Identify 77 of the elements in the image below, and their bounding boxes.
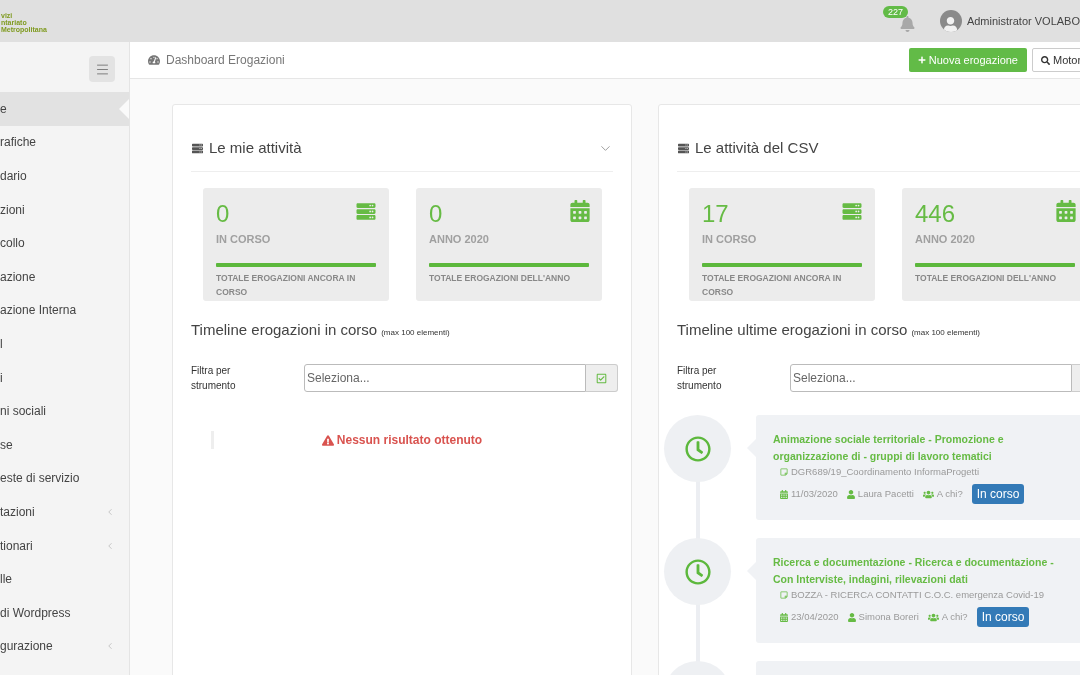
stat-label: ANNO 2020 <box>429 232 489 246</box>
chevron-icon <box>105 506 115 517</box>
chevron-icon <box>105 540 115 551</box>
date-text: 23/04/2020 <box>791 609 839 624</box>
sidebar-item[interactable]: l <box>0 327 129 361</box>
sidebar-item[interactable]: rafiche <box>0 125 129 160</box>
calendar-icon <box>780 612 788 622</box>
stat-value: 17 <box>702 200 729 228</box>
stat-description: TOTALE EROGAZIONI DELL'ANNO <box>429 272 571 285</box>
filter-button[interactable] <box>586 364 618 392</box>
panel-title: Le attività del CSV <box>695 138 819 158</box>
status-badge: In corso <box>976 607 1030 627</box>
user-icon <box>846 489 855 499</box>
server-icon <box>355 202 377 221</box>
sidebar-item[interactable]: ni sociali <box>0 394 129 428</box>
timeline-title: Timeline erogazioni in corso <box>191 320 378 340</box>
stat-value: 446 <box>915 200 956 228</box>
stat-description: TOTALE EROGAZIONI ANCORA IN CORSO <box>216 272 357 299</box>
empty-message: Nessun risultato ottenuto <box>336 432 483 449</box>
check-icon <box>596 372 607 384</box>
date-text: 11/03/2020 <box>791 486 838 501</box>
server-icon <box>677 142 690 154</box>
search-button[interactable]: Motor <box>1032 48 1080 72</box>
activity-subtitle: BOZZA - RICERCA CONTATTI C.O.C. emergenza Covid-19 <box>791 587 1045 602</box>
notification-badge: 227 <box>882 6 908 18</box>
panel-title: Le mie attività <box>209 138 302 158</box>
menu-icon <box>94 61 110 77</box>
avatar-icon[interactable] <box>939 10 962 32</box>
author-name: Simona Boreri <box>858 609 919 624</box>
activity-subtitle: DGR689/19_Coordinamento InformaProgetti <box>791 464 979 479</box>
sidebar-item[interactable]: gurazione <box>0 629 129 664</box>
user-icon <box>847 612 856 622</box>
sidebar-item[interactable]: dario <box>0 159 129 193</box>
users-icon <box>922 489 934 499</box>
sidebar-item[interactable]: tazioni <box>0 495 129 529</box>
calendar-icon <box>570 200 590 222</box>
sidebar-item[interactable]: zioni <box>0 192 129 227</box>
calendar-icon <box>1056 200 1076 222</box>
users-icon <box>927 612 939 622</box>
calendar-icon <box>780 489 788 499</box>
filter-label: Filtra per strumento <box>677 364 723 393</box>
sidebar-item[interactable]: tionari <box>0 528 129 563</box>
stat-label: IN CORSO <box>216 232 271 246</box>
sidebar-item[interactable]: azione <box>0 259 129 294</box>
author-name: Laura Pacetti <box>857 486 914 501</box>
sidebar-item[interactable]: e <box>0 92 129 126</box>
chevron-icon <box>105 641 115 652</box>
sidebar-item[interactable]: se <box>0 427 129 462</box>
filter-label: Filtra per strumento <box>191 364 237 393</box>
stat-value: 0 <box>429 200 443 228</box>
dashboard-icon <box>148 54 160 66</box>
sidebar-item[interactable]: este di servizio <box>0 461 129 496</box>
timeline-title: Timeline ultime erogazioni in corso <box>677 320 908 340</box>
page-title: Dashboard Erogazioni <box>166 52 285 69</box>
status-badge: In corso <box>971 484 1025 504</box>
stat-label: IN CORSO <box>702 232 757 246</box>
sidebar-item[interactable]: lle <box>0 562 129 596</box>
sidebar-item[interactable]: collo <box>0 226 129 260</box>
server-icon <box>841 202 863 221</box>
timeline-note: (max 100 elementi) <box>381 327 450 339</box>
bell-icon[interactable] <box>899 16 915 32</box>
stat-label: ANNO 2020 <box>915 232 975 246</box>
sidebar-item[interactable]: azione Interna <box>0 293 129 328</box>
sidebar-item[interactable]: i <box>0 360 129 395</box>
timeline-note: (max 100 elementi) <box>911 327 980 339</box>
stat-description: TOTALE EROGAZIONI ANCORA IN CORSO <box>702 272 843 299</box>
plus-icon <box>917 56 926 64</box>
stat-value: 0 <box>216 200 230 228</box>
select-field[interactable]: Seleziona... <box>790 364 1072 392</box>
select-field[interactable]: Seleziona... <box>304 364 586 392</box>
server-icon <box>191 142 204 154</box>
search-icon <box>1041 55 1050 65</box>
menu-toggle-button[interactable] <box>89 56 115 82</box>
warning-icon <box>321 434 334 446</box>
sidebar-item[interactable]: di Wordpress <box>0 595 129 630</box>
stat-description: TOTALE EROGAZIONI DELL'ANNO <box>915 272 1057 285</box>
user-name[interactable]: Administrator VOLABO <box>966 12 1080 30</box>
